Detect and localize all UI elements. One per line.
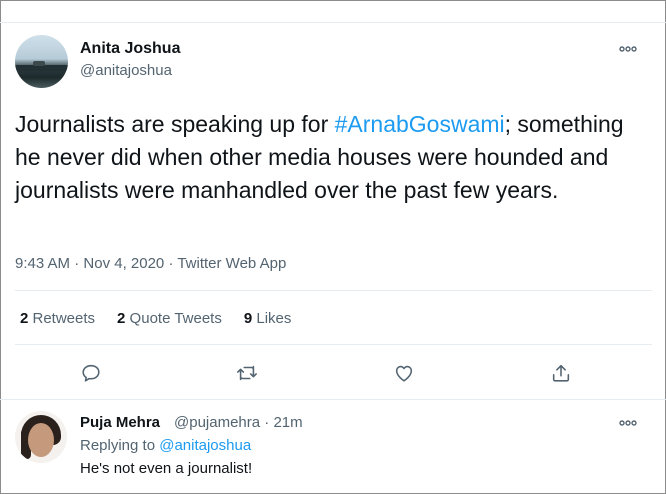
replying-to-handle[interactable]: @anitajoshua bbox=[159, 437, 251, 454]
author-name[interactable]: Anita Joshua bbox=[80, 40, 180, 58]
reply-author-handle[interactable]: @pujamehra bbox=[174, 414, 260, 431]
top-divider bbox=[0, 22, 666, 23]
meta-separator: · bbox=[164, 255, 178, 272]
author-handle[interactable]: @anitajoshua bbox=[80, 62, 172, 79]
tweet-date[interactable]: Nov 4, 2020 bbox=[83, 255, 164, 272]
reply-text: He's not even a journalist! bbox=[80, 460, 253, 477]
like-icon bbox=[395, 365, 413, 382]
quote-tweets-stat[interactable]: 2 Quote Tweets bbox=[117, 310, 222, 327]
replying-to-line: Replying to @anitajoshua bbox=[80, 437, 251, 454]
retweets-label: Retweets bbox=[28, 310, 96, 327]
tweet-meta: 9:43 AM · Nov 4, 2020 · Twitter Web App bbox=[15, 255, 286, 272]
reply-author-avatar[interactable] bbox=[15, 411, 67, 463]
reply-age[interactable]: 21m bbox=[273, 414, 302, 431]
hashtag-link[interactable]: #ArnabGoswami bbox=[335, 111, 505, 137]
reply-more-options-icon[interactable] bbox=[619, 414, 637, 430]
reply-button[interactable] bbox=[75, 357, 107, 389]
more-options-icon[interactable] bbox=[619, 40, 637, 56]
likes-stat[interactable]: 9 Likes bbox=[244, 310, 292, 327]
reply-icon bbox=[82, 364, 100, 382]
divider bbox=[15, 344, 652, 345]
divider bbox=[0, 399, 666, 400]
tweet-text: Journalists are speaking up for #ArnabGo… bbox=[15, 108, 655, 207]
meta-separator: · bbox=[260, 414, 274, 431]
author-avatar[interactable] bbox=[15, 35, 68, 88]
retweet-icon bbox=[237, 365, 257, 381]
action-bar bbox=[0, 357, 666, 389]
tweet-stats: 2 Retweets 2 Quote Tweets 9 Likes bbox=[20, 310, 313, 327]
quote-tweets-label: Quote Tweets bbox=[125, 310, 222, 327]
tweet-source[interactable]: Twitter Web App bbox=[177, 255, 286, 272]
reply-author-name[interactable]: Puja Mehra bbox=[80, 414, 160, 431]
likes-count: 9 bbox=[243, 310, 253, 327]
divider bbox=[15, 290, 652, 291]
avatar-boat bbox=[33, 61, 45, 66]
replying-prefix: Replying to bbox=[80, 437, 160, 454]
tweet-time[interactable]: 9:43 AM bbox=[15, 255, 70, 272]
reply-author-meta: @pujamehra · 21m bbox=[174, 414, 303, 431]
share-icon bbox=[552, 364, 570, 382]
like-button[interactable] bbox=[388, 357, 420, 389]
likes-label: Likes bbox=[252, 310, 292, 327]
meta-separator: · bbox=[70, 255, 84, 272]
tweet-text-part: Journalists are speaking up for bbox=[15, 111, 335, 137]
retweets-stat[interactable]: 2 Retweets bbox=[20, 310, 95, 327]
avatar-face bbox=[28, 423, 54, 457]
retweet-button[interactable] bbox=[231, 357, 263, 389]
share-button[interactable] bbox=[545, 357, 577, 389]
